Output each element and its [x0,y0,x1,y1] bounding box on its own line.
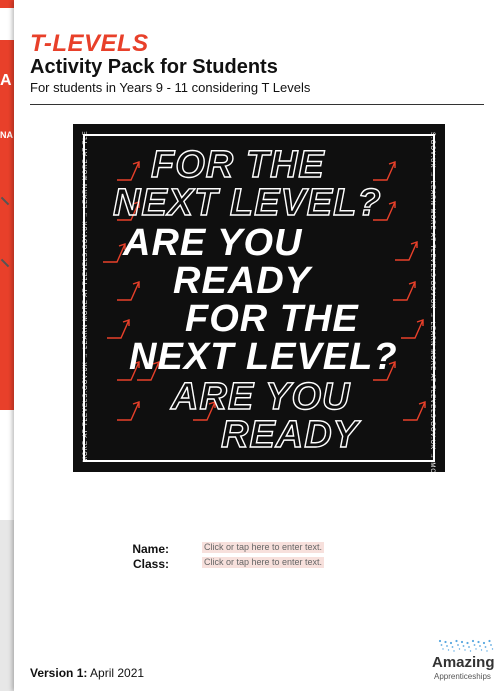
arrow-up-right-icon [117,281,140,301]
amazing-dot [469,650,472,652]
background-side-text: A [0,72,12,89]
page-title: Activity Pack for Students [30,56,278,78]
document-page: T-LEVELS Activity Pack for Students For … [14,0,498,691]
poster-text-line: FOR THE [185,298,359,340]
name-field[interactable]: Click or tap here to enter text. [202,542,325,553]
arrow-up-right-icon [107,319,130,339]
amazing-dot [462,645,465,647]
poster-text-line: FOR THE [150,143,325,186]
amazing-dot [490,644,492,646]
amazing-dot [440,644,443,646]
arrow-up-right-icon [403,401,426,421]
form-fields: Click or tap here to enter text. Click o… [202,542,325,572]
amazing-dot [482,641,486,645]
arrow-up-right-icon [393,281,416,301]
amazing-dot [455,639,458,643]
amazing-dot [486,650,488,652]
background-side-text: NA [0,130,13,140]
amazing-dot [473,644,476,646]
amazing-dot [446,645,448,647]
amazing-logo-word: Amazing [432,654,495,671]
amazing-dot [447,649,450,651]
arrow-up-right-icon [117,161,140,181]
amazing-dot [475,648,477,650]
tlevels-logo: T-LEVELS [30,30,149,57]
amazing-dot [477,640,480,644]
arrow-up-right-icon [103,243,126,263]
amazing-dot [453,650,455,652]
page-subtitle: For students in Years 9 - 11 considering… [30,80,311,95]
amazing-dots-icon [438,639,494,652]
amazing-dot [471,639,475,643]
amazing-dot [451,646,454,648]
arrow-up-right-icon [117,401,140,421]
amazing-dot [466,641,469,645]
poster-text-line: NEXT LEVEL? [112,181,382,224]
amazing-dot [468,646,470,648]
version-info: Version 1: April 2021 [30,666,144,680]
class-label: Class: [132,557,169,571]
amazing-dot [484,646,487,648]
amazing-dot [460,640,464,644]
amazing-dot [480,649,483,651]
arrow-up-right-icon [395,241,418,261]
version-date: April 2021 [90,666,145,680]
amazing-dot [438,639,442,643]
amazing-dot [449,641,453,645]
poster-side-text-right: S.GOV.UK → LEARN MORE AT TLEVELS.GOV.UK … [429,132,435,480]
amazing-dot [479,645,481,647]
poster-image: MORE AT TLEVELS.GOV.UK → LEARN MORE AT T… [73,124,445,480]
arrow-up-right-icon [373,161,396,181]
form-labels: Name: Class: [125,542,169,572]
poster-text-line: NEXT LEVEL? [129,336,398,378]
poster-text-line: READY [220,413,360,456]
poster-text-line: ARE YOU [123,222,303,264]
poster-side-text-left: MORE AT TLEVELS.GOV.UK → LEARN MORE AT T… [83,130,89,462]
poster-text-line: READY [173,260,312,302]
amazing-dot [457,644,459,646]
class-field[interactable]: Click or tap here to enter text. [202,557,325,568]
amazing-dot [488,639,491,643]
amazing-dot [444,640,447,644]
amazing-dot [458,648,461,650]
poster-text-line: ARE YOU [170,375,351,418]
amazing-dot [442,648,444,650]
header-divider [30,104,484,105]
arrow-up-right-icon [401,319,424,339]
amazing-apprenticeships-logo: Amazing Apprenticeships [430,638,498,688]
amazing-dot [491,648,494,650]
name-label: Name: [132,542,169,556]
amazing-logo-subtitle: Apprenticeships [434,672,491,681]
version-label: Version 1: [30,666,88,680]
amazing-dot [464,649,466,651]
